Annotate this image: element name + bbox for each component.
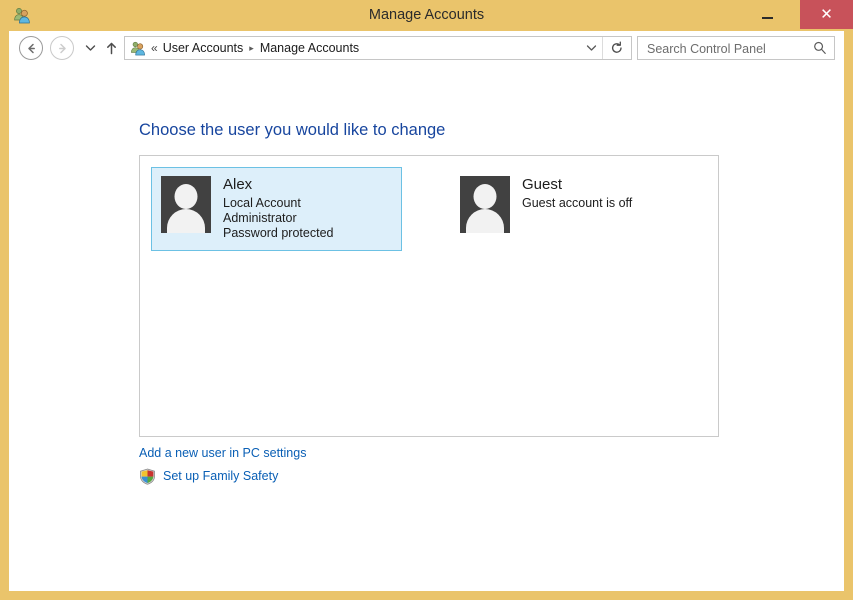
address-dropdown-button[interactable] [581,37,601,59]
breadcrumb: « User Accounts ▸ Manage Accounts [151,37,359,59]
forward-button[interactable] [50,36,74,60]
account-type: Local Account [223,196,301,210]
forward-arrow-icon [58,43,66,53]
family-safety-row[interactable]: Set up Family Safety [139,466,278,486]
account-tile-alex[interactable]: Alex Local Account Administrator Passwor… [151,167,402,251]
main-content: Choose the user you would like to change… [9,66,844,591]
avatar-head [473,184,497,209]
address-user-accounts-icon [130,40,146,56]
search-input[interactable] [645,37,809,61]
account-name: Alex [223,176,253,193]
account-info: Guest Guest account is off [522,176,632,211]
chevron-down-icon [85,45,95,51]
title-bar[interactable]: Manage Accounts ✕ [0,0,853,31]
search-icon[interactable] [812,40,828,56]
user-avatar-icon [460,176,510,233]
accounts-list-panel: Alex Local Account Administrator Passwor… [139,155,719,437]
recent-locations-button[interactable] [81,36,99,60]
user-accounts-icon [13,6,31,24]
window-frame: Manage Accounts ✕ « User Accounts ▸ Mana… [0,0,853,600]
navigation-bar: « User Accounts ▸ Manage Accounts [9,31,844,66]
search-box[interactable] [637,36,835,61]
client-area: « User Accounts ▸ Manage Accounts Search… [9,31,844,591]
close-icon: ✕ [820,6,833,23]
address-bar[interactable]: « User Accounts ▸ Manage Accounts [124,36,632,60]
refresh-button[interactable] [602,37,631,59]
breadcrumb-item-user-accounts[interactable]: User Accounts [163,37,244,59]
avatar-body [167,209,205,233]
minimize-icon [762,17,773,19]
setup-family-safety-link[interactable]: Set up Family Safety [163,469,278,483]
account-tile-guest[interactable]: Guest Guest account is off [450,167,701,251]
breadcrumb-item-manage-accounts[interactable]: Manage Accounts [260,37,359,59]
close-button[interactable]: ✕ [800,0,853,29]
page-title: Choose the user you would like to change [139,121,446,139]
window-title: Manage Accounts [368,7,485,23]
breadcrumb-overflow-icon[interactable]: « [151,37,158,59]
up-arrow-icon [106,42,116,54]
chevron-down-icon [586,45,596,51]
account-status: Guest account is off [522,196,633,210]
account-name: Guest [522,176,563,193]
avatar-head [174,184,198,209]
up-button[interactable] [101,36,121,60]
shield-icon [139,468,156,485]
back-arrow-icon [27,43,35,53]
user-avatar-icon [161,176,211,233]
avatar-body [466,209,504,233]
account-role: Administrator [223,211,297,225]
breadcrumb-separator-icon[interactable]: ▸ [249,37,254,59]
account-password-status: Password protected [223,226,334,240]
back-button[interactable] [19,36,43,60]
account-info: Alex Local Account Administrator Passwor… [223,176,333,241]
refresh-icon [611,41,622,53]
add-new-user-link[interactable]: Add a new user in PC settings [139,446,306,460]
